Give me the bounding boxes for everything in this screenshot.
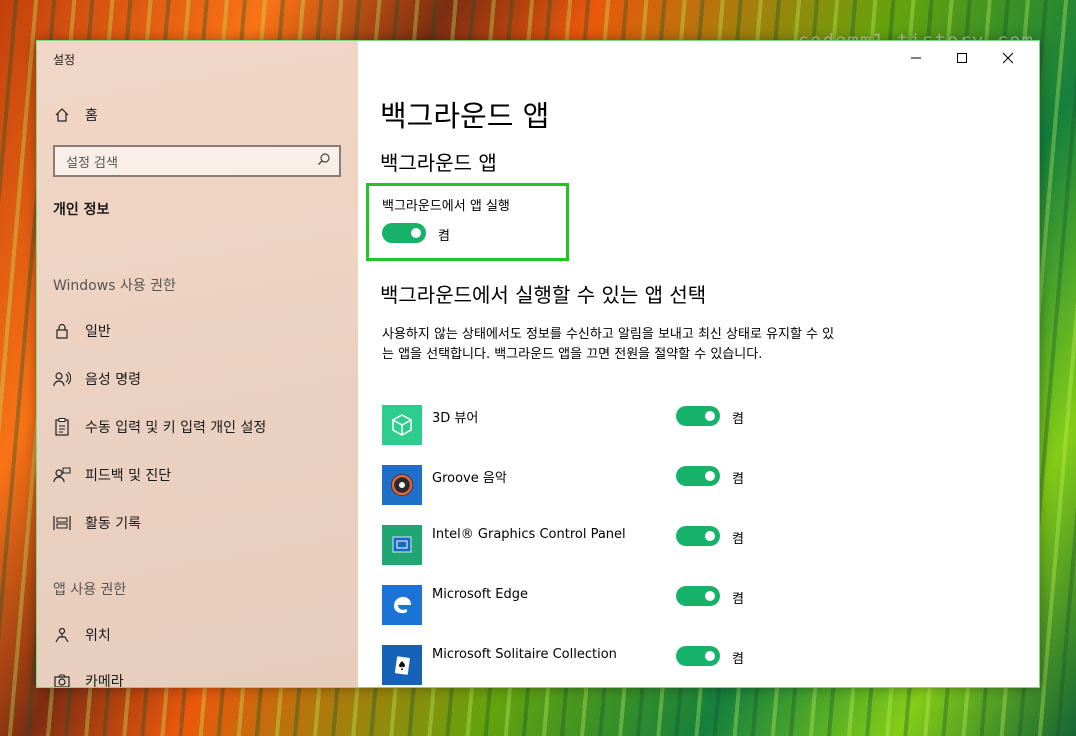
lock-icon xyxy=(53,322,71,340)
list-item: Groove 음악 xyxy=(382,465,782,507)
location-icon xyxy=(53,626,71,644)
sidebar-section-title: 개인 정보 xyxy=(53,202,110,218)
timeline-icon xyxy=(53,514,71,532)
sidebar-item-label: 수동 입력 및 키 입력 개인 설정 xyxy=(85,420,267,436)
clipboard-icon xyxy=(53,418,71,436)
maximize-button[interactable] xyxy=(939,47,985,69)
list-item: Microsoft Edge xyxy=(382,585,782,627)
sidebar-item-inking-typing[interactable]: 수동 입력 및 키 입력 개인 설정 xyxy=(53,415,266,439)
app-state: 켬 xyxy=(732,412,744,427)
app-name: Microsoft Edge xyxy=(432,587,529,602)
main-content: 백그라운드 앱 백그라운드 앱 백그라운드에서 앱 실행 켬 백그라운드에서 실… xyxy=(358,41,1039,687)
sidebar-item-label: 위치 xyxy=(85,628,111,644)
maximize-icon xyxy=(957,53,967,63)
list-item: Microsoft Solitaire Collection xyxy=(382,645,782,687)
sidebar-item-speech[interactable]: 음성 명령 xyxy=(53,367,141,391)
app-name: Groove 음악 xyxy=(432,471,507,486)
app-state: 켬 xyxy=(732,532,744,547)
sidebar-item-general[interactable]: 일반 xyxy=(53,319,111,343)
app-name: Microsoft Solitaire Collection xyxy=(432,647,617,662)
cube-icon xyxy=(382,405,422,445)
sidebar-item-activity-history[interactable]: 활동 기록 xyxy=(53,511,141,535)
sidebar-item-label: 홈 xyxy=(85,108,98,124)
close-button[interactable] xyxy=(985,47,1031,69)
app-state: 켬 xyxy=(732,472,744,487)
sidebar-item-label: 활동 기록 xyxy=(85,516,141,532)
run-in-background-state: 켬 xyxy=(438,229,450,244)
search-icon xyxy=(317,152,331,170)
page-title: 백그라운드 앱 xyxy=(380,99,550,133)
solitaire-icon xyxy=(382,645,422,685)
app-toggle-3d-viewer[interactable] xyxy=(676,406,720,426)
app-state: 켬 xyxy=(732,592,744,607)
sidebar-item-label: 피드백 및 진단 xyxy=(85,468,172,484)
edge-icon xyxy=(382,585,422,625)
sidebar-item-label: 일반 xyxy=(85,324,111,340)
app-toggle-microsoft-edge[interactable] xyxy=(676,586,720,606)
app-state: 켬 xyxy=(732,652,744,667)
sidebar-item-feedback[interactable]: 피드백 및 진단 xyxy=(53,463,171,487)
description-text: 사용하지 않는 상태에서도 정보를 수신하고 알림을 보내고 최신 상태로 유지… xyxy=(382,327,835,362)
windows-permissions-header: Windows 사용 권한 xyxy=(53,278,176,294)
app-toggle-groove-music[interactable] xyxy=(676,466,720,486)
app-permissions-header: 앱 사용 권한 xyxy=(53,582,127,598)
minimize-icon xyxy=(911,57,921,59)
groove-music-icon xyxy=(382,465,422,505)
section-title-choose-apps: 백그라운드에서 실행할 수 있는 앱 선택 xyxy=(380,283,707,307)
intel-graphics-icon xyxy=(382,525,422,565)
app-toggle-intel-graphics[interactable] xyxy=(676,526,720,546)
section-title-background-apps: 백그라운드 앱 xyxy=(380,151,497,175)
sidebar-item-label: 카메라 xyxy=(85,674,124,688)
speech-icon xyxy=(53,370,71,388)
app-toggle-solitaire[interactable] xyxy=(676,646,720,666)
camera-icon xyxy=(53,672,71,687)
list-item: Intel® Graphics Control Panel xyxy=(382,525,782,567)
minimize-button[interactable] xyxy=(893,47,939,69)
sidebar: 설정 홈 설정 검색 개인 정보 Windows 사용 권한 일반 음성 명령 … xyxy=(37,41,358,687)
sidebar-item-home[interactable]: 홈 xyxy=(53,103,98,127)
settings-window: 설정 홈 설정 검색 개인 정보 Windows 사용 권한 일반 음성 명령 … xyxy=(36,40,1040,688)
search-input[interactable]: 설정 검색 xyxy=(53,145,341,177)
search-placeholder: 설정 검색 xyxy=(66,155,118,171)
app-name: 3D 뷰어 xyxy=(432,411,479,426)
sidebar-item-camera[interactable]: 카메라 xyxy=(53,669,124,688)
sidebar-item-label: 음성 명령 xyxy=(85,372,141,388)
window-controls xyxy=(893,47,1031,69)
list-item: 3D 뷰어 xyxy=(382,405,782,447)
close-icon xyxy=(1002,52,1014,64)
run-in-background-label: 백그라운드에서 앱 실행 xyxy=(382,199,510,214)
home-icon xyxy=(53,106,71,124)
feedback-icon xyxy=(53,466,71,484)
sidebar-item-location[interactable]: 위치 xyxy=(53,623,111,647)
app-name: Intel® Graphics Control Panel xyxy=(432,527,626,542)
run-in-background-toggle[interactable] xyxy=(382,223,426,243)
window-title: 설정 xyxy=(53,53,76,67)
